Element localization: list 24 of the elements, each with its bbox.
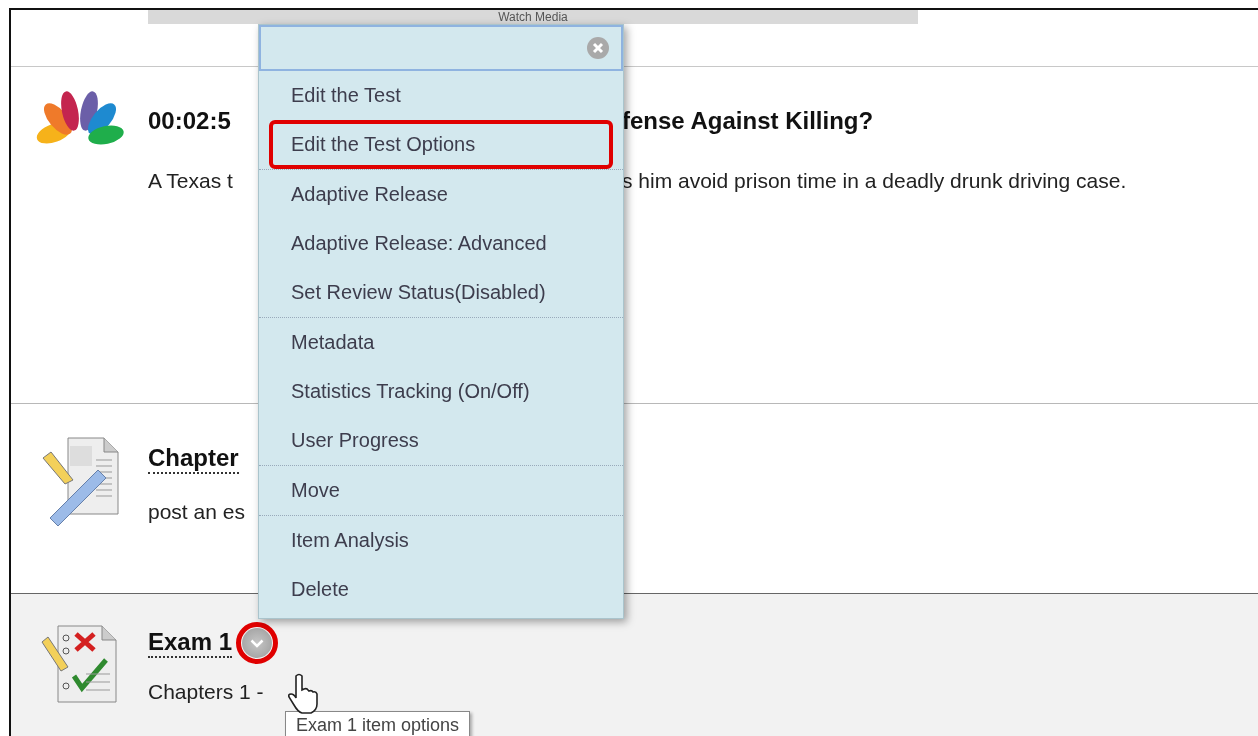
tooltip: Exam 1 item options [285,711,471,736]
menu-item[interactable]: Edit the Test [269,71,613,120]
item-description: Chapters 1 - [148,680,264,704]
watch-media-bar[interactable]: Watch Media [148,10,918,24]
item-title[interactable]: 00:02:5 [148,107,231,135]
menu-item[interactable]: Metadata [269,318,613,367]
menu-header-field[interactable] [259,25,623,71]
item-title[interactable]: Exam 1 [148,628,233,658]
menu-item[interactable]: Delete [269,565,613,614]
menu-item[interactable]: Move [269,466,613,515]
item-description: A Texas t [148,169,233,193]
menu-item[interactable]: Statistics Tracking (On/Off) [269,367,613,416]
menu-item[interactable]: Item Analysis [269,516,613,565]
item-title[interactable]: fense Against Killing? [622,107,874,135]
menu-item[interactable]: Set Review Status(Disabled) [269,268,613,317]
item-description: post an es [148,500,245,524]
menu-item[interactable]: Adaptive Release [269,170,613,219]
item-title[interactable]: Chapter [148,444,239,474]
menu-item[interactable]: Adaptive Release: Advanced [269,219,613,268]
close-icon[interactable] [587,37,609,59]
checklist-icon [39,624,120,706]
menu-item[interactable]: Edit the Test Options [269,120,613,169]
chevron-down-icon [250,638,265,648]
menu-item[interactable]: User Progress [269,416,613,465]
